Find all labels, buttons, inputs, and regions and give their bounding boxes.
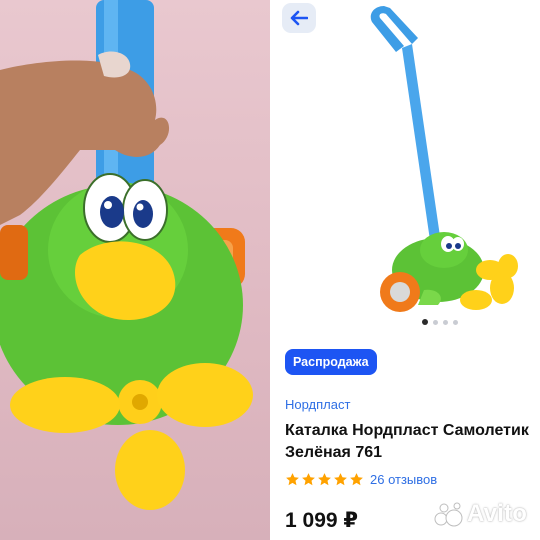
gallery-dot[interactable] [453, 319, 458, 325]
product-image[interactable] [276, 0, 540, 330]
avito-logo-icon [434, 502, 463, 527]
star-icon [302, 473, 315, 486]
gallery-dot[interactable] [443, 319, 448, 325]
star-icon [286, 473, 299, 486]
toy-photo-illustration [0, 0, 253, 510]
arrow-left-icon [290, 10, 308, 26]
star-icon [318, 473, 331, 486]
gallery-dot[interactable] [422, 319, 428, 325]
toy-photo [0, 0, 270, 540]
product-card: Распродажа Нордпласт Каталка Нордпласт С… [276, 0, 540, 540]
gallery-pagination [422, 319, 458, 325]
gallery-dot[interactable] [433, 319, 438, 325]
avito-wordmark: Avito [467, 500, 528, 527]
back-button[interactable] [282, 3, 316, 33]
product-title: Каталка Нордпласт Самолетик Зелёная 761 [285, 422, 529, 461]
reviews-link[interactable]: 26 отзывов [370, 472, 437, 487]
rating-stars [285, 472, 364, 487]
sale-badge: Распродажа [285, 349, 377, 375]
avito-watermark: Avito [434, 500, 527, 528]
rating[interactable]: 26 отзывов [285, 472, 437, 487]
star-icon [334, 473, 347, 486]
star-icon [350, 473, 363, 486]
brand-link[interactable]: Нордпласт [285, 397, 350, 412]
price: 1 099 ₽ [285, 509, 358, 532]
